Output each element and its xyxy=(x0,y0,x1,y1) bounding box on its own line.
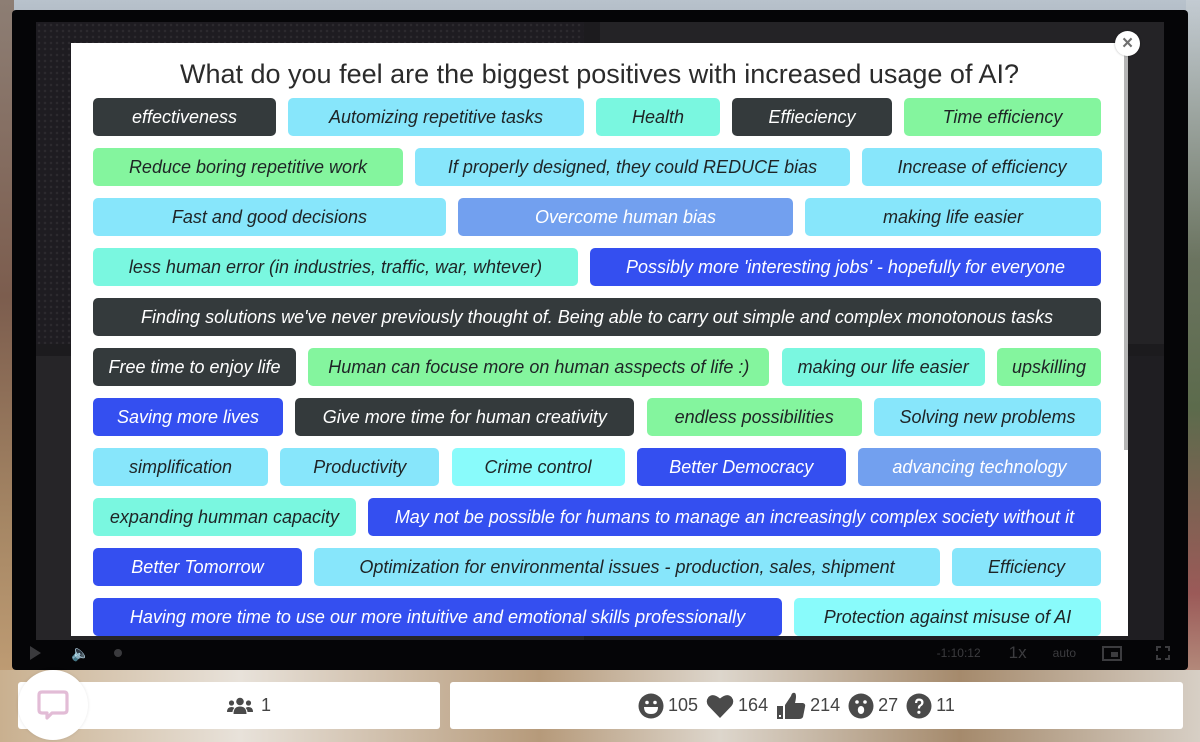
answer-tag[interactable]: less human error (in industries, traffic… xyxy=(93,248,578,286)
reactions-bar: 105 164 214 27 11 xyxy=(450,682,1183,729)
answer-tag[interactable]: Give more time for human creativity xyxy=(295,398,635,436)
background-right xyxy=(1186,0,1200,742)
answer-tag[interactable]: Optimization for environmental issues - … xyxy=(314,548,940,586)
answer-tag[interactable]: simplification xyxy=(93,448,268,486)
close-icon: × xyxy=(1121,32,1134,54)
answer-tag[interactable]: Solving new problems xyxy=(873,398,1101,436)
tag-row: Finding solutions we've never previously… xyxy=(93,298,1101,336)
answer-tag[interactable]: Effieciency xyxy=(732,98,892,136)
answer-tag[interactable]: Time efficiency xyxy=(904,98,1101,136)
time-remaining: -1:10:12 xyxy=(936,646,981,660)
tag-row: simplification Productivity Crime control B… xyxy=(93,448,1101,486)
answer-tag[interactable]: If properly designed, they could REDUCE … xyxy=(415,148,850,186)
answer-tag[interactable]: Free time to enjoy life xyxy=(93,348,296,386)
answer-tag[interactable]: Overcome human bias xyxy=(458,198,793,236)
answer-tags: effectiveness Automizing repetitive tasks… xyxy=(93,98,1102,636)
video-controls: 🔈 -1:10:12 1x auto xyxy=(12,636,1188,670)
playback-speed-button[interactable]: 1x xyxy=(1009,643,1027,663)
answer-tag[interactable]: Productivity xyxy=(280,448,440,486)
tag-row: Free time to enjoy life Human can focuse … xyxy=(93,348,1101,386)
answer-tag[interactable]: Crime control xyxy=(451,448,625,486)
users-icon xyxy=(226,697,253,715)
picture-in-picture-icon[interactable] xyxy=(1102,645,1122,661)
answer-tag[interactable]: endless possibilities xyxy=(646,398,862,436)
reaction-question[interactable]: 11 xyxy=(906,693,955,719)
answer-tag[interactable]: Increase of efficiency xyxy=(862,148,1102,186)
answer-tag[interactable]: upskilling xyxy=(996,348,1101,386)
answer-tag[interactable]: making our life easier xyxy=(781,348,985,386)
question-icon xyxy=(906,693,932,718)
tag-row: Fast and good decisions Overcome human bi… xyxy=(93,198,1101,236)
answer-tag[interactable]: Saving more lives xyxy=(93,398,283,436)
answer-tag[interactable]: Human can focuse more on human asspects … xyxy=(308,348,770,386)
answer-tag[interactable]: effectiveness xyxy=(93,98,276,136)
quality-button[interactable]: auto xyxy=(1053,646,1076,660)
reaction-count: 105 xyxy=(668,695,699,715)
close-button[interactable]: × xyxy=(1115,31,1140,56)
answer-tag[interactable]: Finding solutions we've never previously… xyxy=(93,298,1101,336)
fullscreen-icon[interactable] xyxy=(1156,646,1170,660)
answer-tag[interactable]: advancing technology xyxy=(858,448,1101,486)
tag-row: Better Tomorrow Optimization for environm… xyxy=(93,548,1101,586)
tag-row: Reduce boring repetitive work If properly… xyxy=(93,148,1102,186)
volume-slider-handle[interactable] xyxy=(113,649,122,657)
laugh-icon xyxy=(638,693,664,718)
answer-tag[interactable]: Fast and good decisions xyxy=(93,198,446,236)
answer-tag[interactable]: expanding humman capacity xyxy=(93,498,356,536)
reaction-count: 27 xyxy=(878,695,899,715)
reaction-surprised[interactable]: 27 xyxy=(848,693,898,719)
heart-icon xyxy=(706,694,734,718)
answer-tag[interactable]: Better Tomorrow xyxy=(93,548,302,586)
answer-tag[interactable]: Better Democracy xyxy=(636,448,846,486)
play-icon[interactable] xyxy=(30,646,41,660)
participant-count: 1 xyxy=(260,695,271,715)
modal-scrollbar[interactable] xyxy=(1124,55,1128,450)
modal-title: What do you feel are the biggest positiv… xyxy=(179,59,1019,89)
reaction-thumbs-up[interactable]: 214 xyxy=(776,692,840,720)
thumbs-up-icon xyxy=(777,692,806,719)
answer-tag[interactable]: May not be possible for humans to manage… xyxy=(368,498,1101,536)
reaction-count: 11 xyxy=(936,695,955,715)
reaction-laugh[interactable]: 105 xyxy=(638,693,698,719)
volume-icon[interactable]: 🔈 xyxy=(71,644,90,662)
tag-row: expanding humman capacity May not be poss… xyxy=(93,498,1101,536)
reaction-heart[interactable]: 164 xyxy=(706,693,768,719)
answer-tag[interactable]: Possibly more 'interesting jobs' - hopef… xyxy=(590,248,1101,286)
answer-tag[interactable]: Automizing repetitive tasks xyxy=(288,98,584,136)
answer-tag[interactable]: Reduce boring repetitive work xyxy=(93,148,403,186)
chat-button[interactable] xyxy=(18,670,88,740)
word-cloud-modal: What do you feel are the biggest positiv… xyxy=(71,43,1128,636)
answer-tag[interactable]: Efficiency xyxy=(952,548,1101,586)
tag-row: Saving more lives Give more time for huma… xyxy=(93,398,1101,436)
answer-tag[interactable]: Health xyxy=(596,98,720,136)
chat-bubble-icon xyxy=(37,690,69,720)
tag-row: effectiveness Automizing repetitive tasks… xyxy=(93,98,1101,136)
answer-tag[interactable]: Having more time to use our more intuiti… xyxy=(93,598,782,636)
answer-tag[interactable]: making life easier xyxy=(805,198,1101,236)
reaction-count: 164 xyxy=(738,695,769,715)
tag-row: less human error (in industries, traffic… xyxy=(93,248,1101,286)
answer-tag[interactable]: Protection against misuse of AI xyxy=(794,598,1101,636)
surprised-icon xyxy=(848,693,874,718)
tag-row: Having more time to use our more intuiti… xyxy=(93,598,1101,636)
reaction-count: 214 xyxy=(810,695,841,715)
